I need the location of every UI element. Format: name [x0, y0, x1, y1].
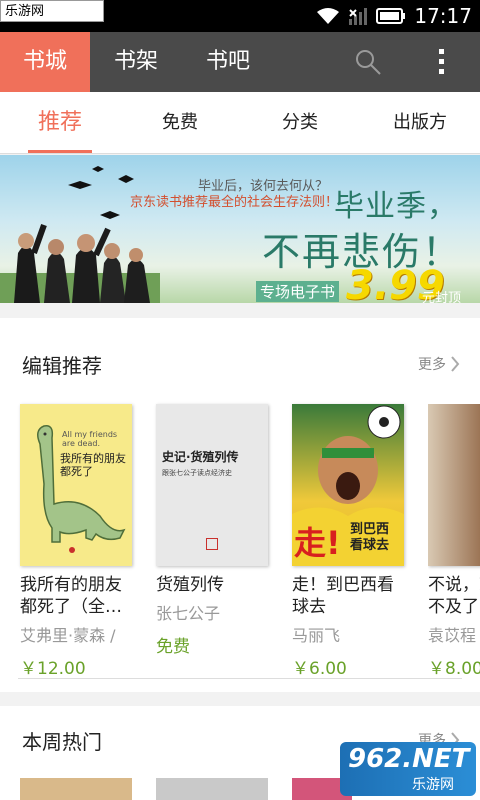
- more-label: 更多: [418, 357, 446, 373]
- battery-icon: [376, 8, 406, 24]
- overflow-menu-icon[interactable]: [420, 32, 464, 92]
- watermark-label: 乐游网 www.962.net: [0, 0, 104, 41]
- cover-subtitle: 跟张七公子读点经济史: [162, 469, 232, 477]
- cover-title: 到巴西看球去: [350, 522, 390, 553]
- wifi-icon: [317, 8, 340, 24]
- search-icon[interactable]: [340, 32, 396, 92]
- tab-recommended[interactable]: 推荐: [20, 92, 100, 154]
- banner-price-unit: 元封顶: [422, 291, 462, 303]
- book-cover[interactable]: 走! 到巴西看球去: [292, 404, 404, 566]
- book-author: 张七公子: [156, 604, 221, 623]
- active-tab-indicator: [28, 150, 92, 153]
- book-card[interactable]: 走! 到巴西看球去 走！到巴西看球去 马丽飞 ￥6.00: [292, 404, 406, 679]
- status-icons: 17:17: [316, 0, 472, 32]
- cover-english-text: All my friends are dead.: [62, 430, 118, 448]
- tab-publishers[interactable]: 出版方: [380, 92, 460, 154]
- book-author: 马丽飞: [292, 626, 341, 645]
- book-card[interactable]: 史记·货殖列传 跟张七公子读点经济史 货殖列传 张七公子 免费: [156, 404, 270, 657]
- cover-title: 我所有的朋友都死了: [60, 452, 126, 478]
- book-price: ￥8.00: [428, 659, 480, 679]
- book-title: 我所有的朋友都死了（全…: [20, 575, 122, 617]
- book-cover[interactable]: [20, 778, 132, 800]
- book-title: 走！到巴西看球去: [292, 575, 394, 617]
- tab-bookshelf[interactable]: 书架: [90, 32, 182, 92]
- banner-subtitle: 专场电子书: [256, 281, 340, 302]
- publisher-seal: [206, 538, 218, 550]
- book-cover[interactable]: All my friends are dead. 我所有的朋友都死了: [20, 404, 132, 566]
- site-watermark-logo: 962.NET 乐游网: [340, 742, 476, 796]
- cover-title: 史记·货殖列传: [162, 450, 239, 464]
- watermark-brand: 962.NET: [348, 744, 470, 774]
- tab-book-forum[interactable]: 书吧: [182, 32, 274, 92]
- section-title: 编辑推荐: [22, 354, 102, 378]
- app-top-bar: 书城 书架 书吧: [0, 32, 480, 92]
- dinosaur-illustration: [37, 425, 126, 553]
- book-cover[interactable]: 史记·货殖列传 跟张七公子读点经济史: [156, 404, 268, 566]
- cover-big-text: 走!: [294, 524, 341, 562]
- tab-categories[interactable]: 分类: [260, 92, 340, 154]
- book-title: 不说，就来不及了: [428, 575, 480, 617]
- status-bar: 乐游网 www.962.net 17:17: [0, 0, 480, 41]
- book-cover[interactable]: [428, 404, 480, 566]
- book-price: ￥6.00: [292, 659, 347, 679]
- book-card[interactable]: All my friends are dead. 我所有的朋友都死了 我所有的朋…: [20, 404, 134, 679]
- banner-tagline: 京东读书推荐最全的社会生存法则！: [130, 195, 339, 210]
- category-tabs: 推荐 免费 分类 出版方: [0, 92, 480, 154]
- book-author: 艾弗里·蒙森 /: [20, 626, 116, 645]
- chevron-right-icon: [451, 356, 460, 372]
- book-price: 免费: [156, 637, 190, 657]
- signal-icon: [349, 8, 368, 25]
- section-title: 本周热门: [22, 730, 102, 754]
- tab-free[interactable]: 免费: [140, 92, 220, 154]
- book-price: ￥12.00: [20, 659, 86, 679]
- book-cover[interactable]: [156, 778, 268, 800]
- banner-headline-1: 毕业季，: [334, 189, 458, 224]
- book-card[interactable]: 不说，就来不及了 袁苡程 ￥8.00: [428, 404, 480, 679]
- watermark-sub: 乐游网: [412, 777, 454, 793]
- clock: 17:17: [414, 4, 472, 28]
- promo-banner[interactable]: 毕业后，该何去何从？ 京东读书推荐最全的社会生存法则！ 毕业季， 不再悲伤！ 专…: [0, 155, 480, 303]
- more-link[interactable]: 更多: [418, 354, 460, 374]
- graduates-illustration: [0, 166, 160, 303]
- book-title: 货殖列传: [156, 575, 224, 595]
- tab-bookstore[interactable]: 书城: [0, 32, 90, 92]
- book-author: 袁苡程: [428, 626, 477, 645]
